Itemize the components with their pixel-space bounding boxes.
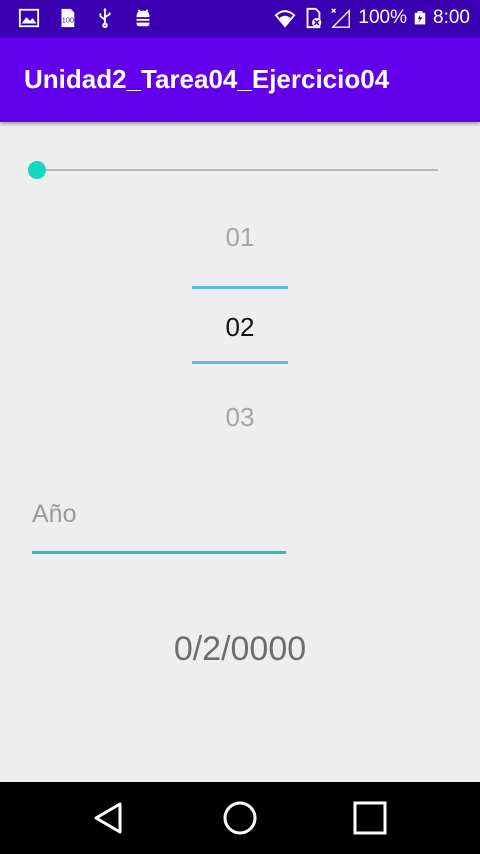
- signal-icon: [331, 8, 351, 28]
- gallery-icon: [18, 8, 40, 28]
- sd-card-icon: 100: [61, 8, 75, 28]
- battery-icon: [414, 11, 426, 25]
- picker-divider-top: [192, 286, 288, 289]
- seekbar[interactable]: [28, 160, 440, 180]
- picker-previous-value[interactable]: 01: [192, 222, 288, 253]
- picker-divider-bottom: [192, 361, 288, 364]
- svg-text:100: 100: [62, 16, 74, 25]
- picker-next-value[interactable]: 03: [192, 402, 288, 433]
- app-bar: Unidad2_Tarea04_Ejercicio04: [0, 38, 480, 122]
- status-time: 8:00: [433, 7, 470, 28]
- wifi-icon: [274, 10, 296, 28]
- status-right-icons: 100% 8:00: [274, 7, 470, 29]
- app-title: Unidad2_Tarea04_Ejercicio04: [24, 64, 390, 94]
- home-icon[interactable]: [222, 800, 258, 836]
- date-result-text: 0/2/0000: [173, 630, 307, 668]
- year-input[interactable]: [32, 494, 286, 534]
- status-bar: 100 100% 8:00: [0, 0, 480, 38]
- no-sim-icon: [306, 7, 322, 29]
- android-debug-icon: [136, 9, 150, 27]
- number-picker[interactable]: 01 02 03: [192, 200, 288, 460]
- year-input-underline: [32, 551, 286, 554]
- back-icon[interactable]: [90, 800, 126, 836]
- battery-percent: 100%: [358, 7, 408, 28]
- navigation-bar: [0, 782, 480, 854]
- year-field[interactable]: [32, 494, 286, 558]
- status-left-icons: 100: [18, 7, 154, 29]
- picker-selected-value[interactable]: 02: [192, 312, 288, 343]
- usb-icon: [99, 7, 111, 29]
- seekbar-track[interactable]: [36, 169, 438, 171]
- recent-apps-icon[interactable]: [352, 800, 388, 836]
- seekbar-thumb[interactable]: [28, 161, 46, 179]
